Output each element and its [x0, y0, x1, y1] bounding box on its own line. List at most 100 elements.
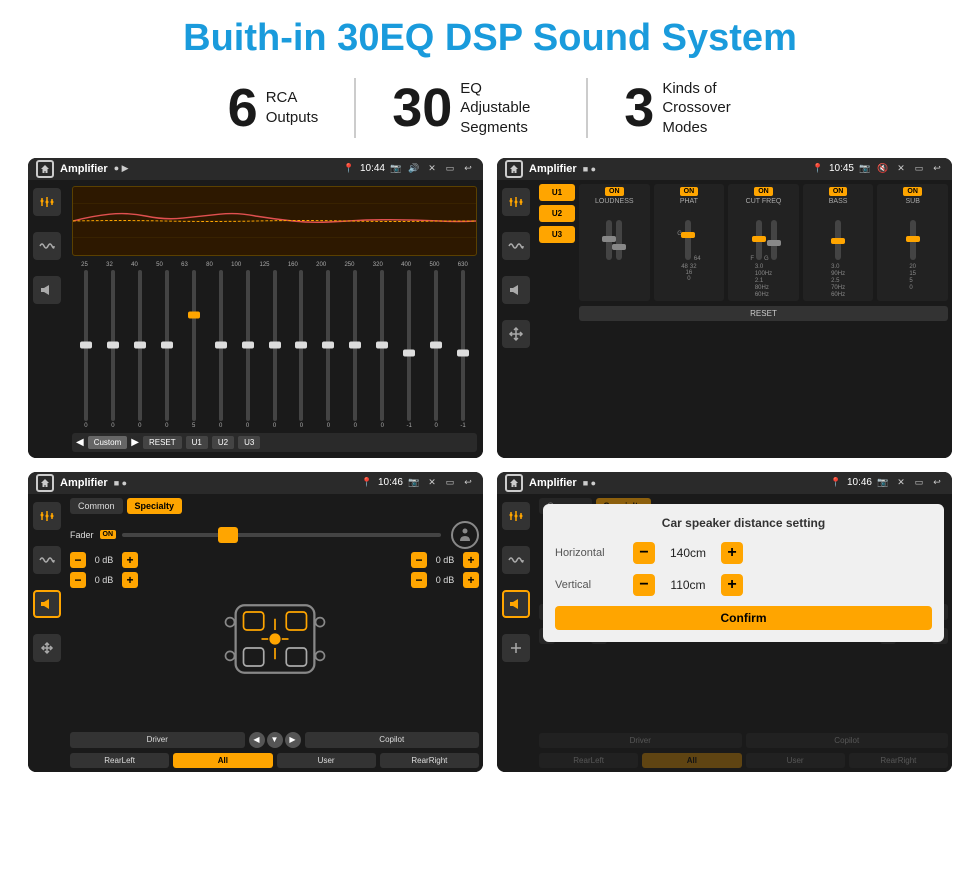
- db-plus-rr[interactable]: +: [463, 572, 479, 588]
- eq-prev-btn[interactable]: ◀: [76, 437, 84, 448]
- horizontal-plus-btn[interactable]: +: [721, 542, 743, 564]
- page-title: Buith-in 30EQ DSP Sound System: [28, 18, 952, 60]
- db-value-fr: 0 dB: [431, 555, 459, 565]
- screen2-title: Amplifier: [529, 163, 577, 175]
- bass-on[interactable]: ON: [829, 187, 848, 196]
- down-arrow-btn[interactable]: ▼: [267, 732, 283, 748]
- car-controls-area: − 0 dB + − 0 dB +: [70, 552, 479, 727]
- fader-row: Fader ON: [70, 521, 479, 549]
- sidebar-eq-btn4[interactable]: [502, 502, 530, 530]
- fader-track[interactable]: [122, 533, 441, 537]
- sub-on[interactable]: ON: [903, 187, 922, 196]
- screen-speaker: Amplifier ■ ● 📍 10:46 📷 ✕ ▭ ↩: [28, 472, 483, 772]
- sidebar-wave-btn4[interactable]: [502, 546, 530, 574]
- sidebar-speaker-btn2[interactable]: [502, 276, 530, 304]
- cutfreq-slider-g[interactable]: [771, 220, 777, 260]
- eq-slider-40: 0: [128, 270, 152, 429]
- db-minus-fl[interactable]: −: [70, 552, 86, 568]
- stat-crossover-number: 3: [624, 81, 654, 135]
- eq-u2-btn[interactable]: U2: [212, 436, 234, 449]
- sidebar-speaker-btn4[interactable]: [502, 590, 530, 618]
- sidebar-eq-btn[interactable]: [33, 188, 61, 216]
- eq-next-btn[interactable]: ▶: [131, 437, 139, 448]
- bass-label: BASS: [829, 198, 848, 205]
- amp3-tabs: Common Specialty: [70, 498, 479, 514]
- home-icon-2[interactable]: [505, 160, 523, 178]
- left-arrow-btn[interactable]: ◀: [249, 732, 265, 748]
- right-arrow-btn[interactable]: ▶: [285, 732, 301, 748]
- sidebar-eq-btn3[interactable]: [33, 502, 61, 530]
- loudness-on[interactable]: ON: [605, 187, 624, 196]
- sidebar-arrows-btn2[interactable]: [502, 320, 530, 348]
- db-value-rl: 0 dB: [90, 575, 118, 585]
- eq-slider-200: 0: [316, 270, 340, 429]
- vertical-plus-btn[interactable]: +: [721, 574, 743, 596]
- status-bar-right-4: 📍 10:46 📷 ✕ ▭ ↩: [829, 476, 944, 490]
- db-plus-rl[interactable]: +: [122, 572, 138, 588]
- distance-dialog: Car speaker distance setting Horizontal …: [543, 504, 944, 642]
- eq-slider-400: -1: [397, 270, 421, 429]
- phat-control: ON PHAT G 64 48: [654, 184, 725, 301]
- sidebar-speaker-btn3[interactable]: [33, 590, 61, 618]
- eq-u3-btn[interactable]: U3: [238, 436, 260, 449]
- db-row-fl: − 0 dB +: [70, 552, 138, 568]
- eq-reset-btn[interactable]: RESET: [143, 436, 182, 449]
- sidebar-arrows-btn4[interactable]: [502, 634, 530, 662]
- sidebar-wave-btn[interactable]: [33, 232, 61, 260]
- db-minus-rl[interactable]: −: [70, 572, 86, 588]
- eq-slider-250: 0: [343, 270, 367, 429]
- crossover-reset-btn[interactable]: RESET: [579, 306, 948, 321]
- amp2-main: U1 U2 U3 ON LOUDNESS: [535, 180, 952, 458]
- bass-slider[interactable]: [835, 220, 841, 260]
- cutfreq-on[interactable]: ON: [754, 187, 773, 196]
- home-icon-3[interactable]: [36, 474, 54, 492]
- db-plus-fr[interactable]: +: [463, 552, 479, 568]
- horizontal-value: 140cm: [663, 546, 713, 560]
- preset-u2-btn[interactable]: U2: [539, 205, 575, 222]
- cutfreq-slider-f[interactable]: [756, 220, 762, 260]
- loudness-label: LOUDNESS: [595, 198, 634, 205]
- common-tab[interactable]: Common: [70, 498, 123, 514]
- location-icon-1: 📍: [342, 162, 356, 176]
- loudness-slider-l[interactable]: [606, 220, 612, 260]
- preset-u3-btn[interactable]: U3: [539, 226, 575, 243]
- eq-slider-100: 0: [236, 270, 260, 429]
- specialty-tab[interactable]: Specialty: [127, 498, 183, 514]
- home-icon-1[interactable]: [36, 160, 54, 178]
- back-icon-1[interactable]: ↩: [461, 162, 475, 176]
- bg-bottom-btns2: RearLeft All User RearRight: [539, 753, 948, 768]
- rearleft-btn[interactable]: RearLeft: [70, 753, 169, 768]
- all-btn[interactable]: All: [173, 753, 272, 768]
- fader-label: Fader: [70, 530, 94, 540]
- horizontal-minus-btn[interactable]: −: [633, 542, 655, 564]
- db-minus-fr[interactable]: −: [411, 552, 427, 568]
- fader-on-badge[interactable]: ON: [100, 530, 117, 539]
- phat-on[interactable]: ON: [680, 187, 699, 196]
- db-minus-rr[interactable]: −: [411, 572, 427, 588]
- confirm-button[interactable]: Confirm: [555, 606, 932, 630]
- sub-slider[interactable]: [910, 220, 916, 260]
- eq-slider-track-25[interactable]: [84, 270, 88, 421]
- phat-slider[interactable]: [685, 220, 691, 260]
- stat-crossover-label: Kinds ofCrossover Modes: [662, 79, 752, 138]
- sidebar-speaker-btn[interactable]: [33, 276, 61, 304]
- vertical-minus-btn[interactable]: −: [633, 574, 655, 596]
- sidebar-arrows-btn3[interactable]: [33, 634, 61, 662]
- sidebar-wave-btn2[interactable]: [502, 232, 530, 260]
- eq-u1-btn[interactable]: U1: [186, 436, 208, 449]
- driver-btn[interactable]: Driver: [70, 732, 245, 748]
- loudness-slider-r[interactable]: [616, 220, 622, 260]
- volume-icon-1: 🔊: [407, 162, 421, 176]
- copilot-btn[interactable]: Copilot: [305, 732, 480, 748]
- amp4-main: Common Specialty − 0 dB + −: [535, 494, 952, 772]
- sidebar-wave-btn3[interactable]: [33, 546, 61, 574]
- preset-u1-btn[interactable]: U1: [539, 184, 575, 201]
- eq-graph: [72, 186, 477, 256]
- home-icon-4[interactable]: [505, 474, 523, 492]
- screen4-sidebar: [497, 494, 535, 772]
- user-btn[interactable]: User: [277, 753, 376, 768]
- rearright-btn[interactable]: RearRight: [380, 753, 479, 768]
- db-plus-fl[interactable]: +: [122, 552, 138, 568]
- sidebar-eq-btn2[interactable]: [502, 188, 530, 216]
- eq-custom-btn[interactable]: Custom: [88, 436, 128, 449]
